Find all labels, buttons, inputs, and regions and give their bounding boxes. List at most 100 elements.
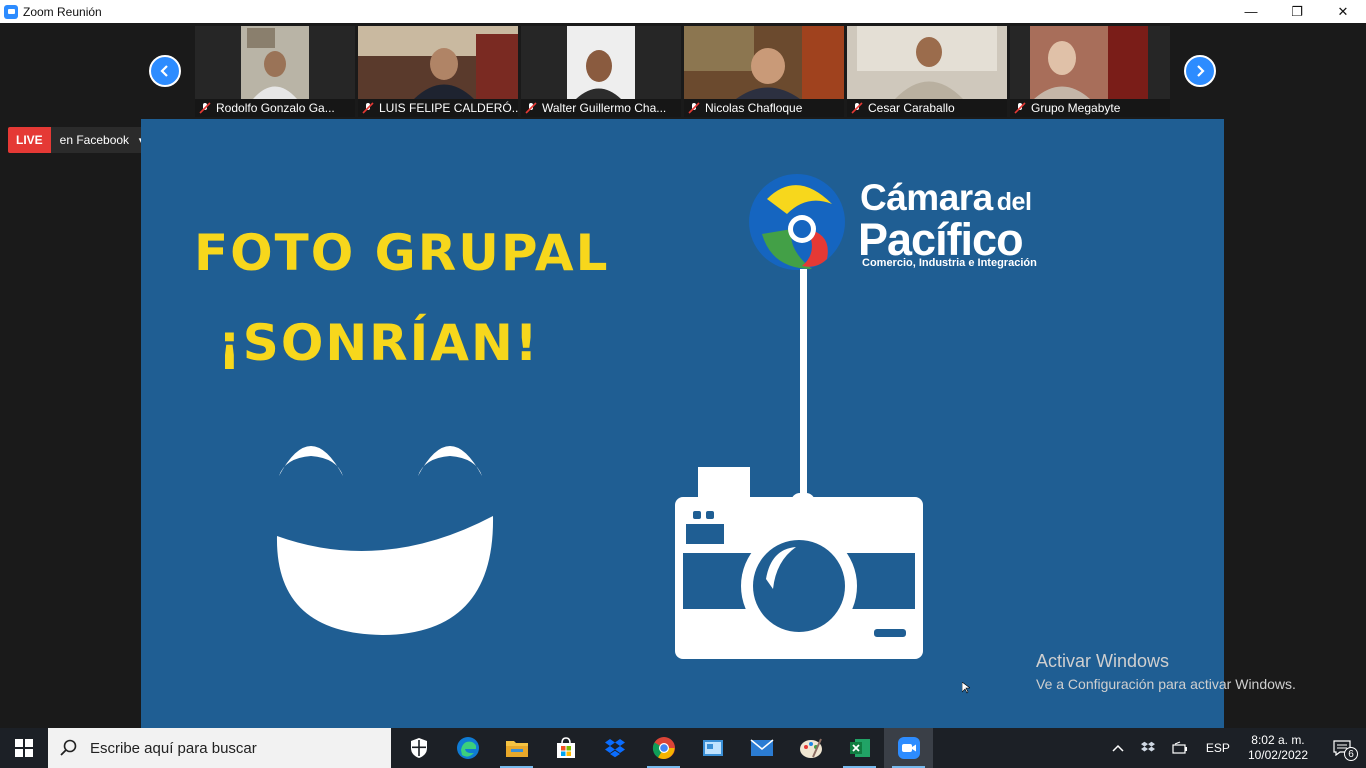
participant-strip: Rodolfo Gonzalo Ga... LUIS FELIPE CALDER… (0, 23, 1366, 118)
mic-muted-icon (199, 102, 211, 114)
participant-video (684, 26, 844, 99)
taskbar-pinned-apps (394, 728, 933, 768)
store-app[interactable] (541, 728, 590, 768)
mic-muted-icon (525, 102, 537, 114)
participant-name-bar: Rodolfo Gonzalo Ga... (195, 99, 355, 117)
title-bar: Zoom Reunión — ❐ ✕ (0, 0, 1366, 23)
excel-app[interactable] (835, 728, 884, 768)
smiley-face-icon (276, 446, 494, 635)
mouse-cursor-icon (962, 682, 970, 694)
close-button[interactable]: ✕ (1320, 0, 1366, 23)
dropbox-icon (604, 739, 625, 758)
store-bag-icon (556, 737, 575, 758)
participant-video (847, 26, 1007, 99)
start-button[interactable] (0, 728, 48, 768)
battery-network-icon (1172, 741, 1187, 754)
zoom-app-icon (4, 4, 18, 19)
live-platform-label: en Facebook (59, 133, 130, 147)
notification-center-button[interactable]: 6 (1318, 728, 1366, 768)
dropbox-tray-button[interactable] (1132, 728, 1164, 768)
participant-name-bar: Nicolas Chafloque (684, 99, 844, 117)
security-app[interactable] (394, 728, 443, 768)
mic-muted-icon (688, 102, 700, 114)
edge-app[interactable] (443, 728, 492, 768)
participant-name: Cesar Caraballo (868, 101, 955, 115)
participant-video (195, 26, 355, 99)
restore-button[interactable]: ❐ (1274, 0, 1320, 23)
control-panel-icon (702, 740, 723, 756)
chrome-icon (652, 737, 675, 759)
next-page-button[interactable] (1184, 55, 1216, 87)
participant-name: Rodolfo Gonzalo Ga... (216, 101, 335, 115)
activation-title: Activar Windows (1036, 651, 1170, 671)
folder-icon (505, 741, 528, 757)
windows-taskbar: Escribe aquí para buscar ESP 8:02 a. m. … (0, 728, 1366, 768)
participant-name: Walter Guillermo Cha... (542, 101, 667, 115)
participant-tile[interactable]: Cesar Caraballo (847, 26, 1007, 117)
slide-headline: FOTO GRUPAL (194, 224, 610, 282)
mic-muted-icon (362, 102, 374, 114)
participant-name-bar: Grupo Megabyte (1010, 99, 1170, 117)
activation-subtitle: Ve a Configuración para activar Windows. (1036, 676, 1296, 692)
control-panel-app[interactable] (688, 728, 737, 768)
participant-video (1010, 26, 1170, 99)
participant-name: LUIS FELIPE CALDERÓ... (379, 101, 518, 115)
input-language-button[interactable]: ESP (1198, 728, 1238, 768)
chevron-left-icon (160, 65, 168, 77)
mail-icon (750, 739, 773, 756)
meeting-area: Rodolfo Gonzalo Ga... LUIS FELIPE CALDER… (0, 23, 1366, 728)
taskbar-clock[interactable]: 8:02 a. m. 10/02/2022 (1238, 733, 1318, 763)
shared-screen: FOTO GRUPAL ¡SONRÍAN! Cámara del Pacífic… (141, 119, 1224, 728)
participant-tile[interactable]: LUIS FELIPE CALDERÓ... (358, 26, 518, 117)
mic-muted-icon (851, 102, 863, 114)
clock-date: 10/02/2022 (1247, 748, 1308, 762)
previous-page-button[interactable] (149, 55, 181, 87)
notification-count-badge: 6 (1344, 747, 1358, 761)
shield-icon (410, 738, 427, 758)
live-platform-dropdown[interactable]: en Facebook ▼ (50, 127, 151, 153)
participant-name-bar: LUIS FELIPE CALDERÓ... (358, 99, 518, 117)
show-hidden-icons-button[interactable] (1104, 728, 1132, 768)
search-icon (60, 739, 77, 756)
power-network-button[interactable] (1164, 728, 1198, 768)
taskbar-search-box[interactable]: Escribe aquí para buscar (48, 728, 391, 768)
participant-tile[interactable]: Walter Guillermo Cha... (521, 26, 681, 117)
participant-video (358, 26, 518, 99)
participant-tile[interactable]: Rodolfo Gonzalo Ga... (195, 26, 355, 117)
participant-name: Grupo Megabyte (1031, 101, 1121, 115)
file-explorer-app[interactable] (492, 728, 541, 768)
chrome-app[interactable] (639, 728, 688, 768)
windows-logo-icon (15, 739, 33, 757)
dropbox-tray-icon (1140, 741, 1155, 752)
camera-icon (675, 269, 923, 659)
edge-icon (456, 737, 479, 759)
system-tray: ESP 8:02 a. m. 10/02/2022 6 (1104, 728, 1366, 768)
clock-time: 8:02 a. m. (1251, 733, 1305, 747)
participant-tile[interactable]: Nicolas Chafloque (684, 26, 844, 117)
live-badge: LIVE (8, 127, 51, 153)
mic-muted-icon (1014, 102, 1026, 114)
paint-app[interactable] (786, 728, 835, 768)
windows-activation-watermark: Activar Windows Ve a Configuración para … (1036, 651, 1296, 692)
mail-app[interactable] (737, 728, 786, 768)
window-title: Zoom Reunión (23, 4, 102, 19)
zoom-icon (897, 737, 920, 759)
participant-name: Nicolas Chafloque (705, 101, 803, 115)
chevron-up-icon (1112, 744, 1124, 752)
zoom-window: Zoom Reunión — ❐ ✕ Rodolfo Gonzalo Ga...… (0, 0, 1366, 768)
brand-word-del: del (996, 188, 1032, 216)
slide-subheadline: ¡SONRÍAN! (218, 314, 540, 372)
window-controls: — ❐ ✕ (1228, 0, 1366, 23)
excel-icon (849, 739, 870, 757)
chevron-right-icon (1197, 65, 1205, 77)
participant-name-bar: Cesar Caraballo (847, 99, 1007, 117)
dropbox-app[interactable] (590, 728, 639, 768)
participant-name-bar: Walter Guillermo Cha... (521, 99, 681, 117)
minimize-button[interactable]: — (1228, 0, 1274, 23)
paint-palette-icon (799, 738, 822, 758)
participant-video (521, 26, 681, 99)
zoom-app[interactable] (884, 728, 933, 768)
participant-tile[interactable]: Grupo Megabyte (1010, 26, 1170, 117)
search-placeholder: Escribe aquí para buscar (90, 739, 257, 757)
live-stream-indicator[interactable]: LIVE en Facebook ▼ (8, 127, 151, 153)
